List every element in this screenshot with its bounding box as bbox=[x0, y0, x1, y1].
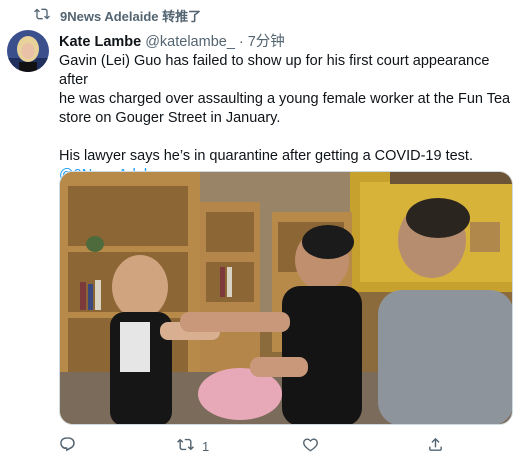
tweet-time[interactable]: 7分钟 bbox=[248, 30, 285, 51]
reply-button[interactable] bbox=[59, 436, 76, 456]
tweet-actions: 1 bbox=[59, 436, 499, 456]
tweet-header: Kate Lambe @katelambe_ · 7分钟 bbox=[59, 30, 285, 51]
tweet-text-line: His lawyer says he’s in quarantine after… bbox=[59, 148, 473, 164]
avatar[interactable] bbox=[7, 30, 49, 72]
retweeted-by-text: 9News Adelaide 转推了 bbox=[60, 9, 202, 24]
share-button[interactable] bbox=[427, 436, 444, 456]
retweet-count: 1 bbox=[202, 438, 210, 454]
retweeted-by-row[interactable]: 9News Adelaide 转推了 bbox=[34, 6, 201, 25]
separator-dot: · bbox=[238, 34, 244, 50]
author-name[interactable]: Kate Lambe bbox=[59, 34, 141, 50]
share-icon bbox=[427, 436, 444, 456]
retweet-icon bbox=[177, 436, 194, 456]
retweet-icon bbox=[34, 6, 50, 25]
tweet-text-line: store on Gouger Street in January. bbox=[59, 110, 281, 126]
tweet-video[interactable] bbox=[59, 171, 513, 425]
tweet-text: Gavin (Lei) Guo has failed to show up fo… bbox=[59, 52, 514, 185]
reply-icon bbox=[59, 436, 76, 456]
author-handle[interactable]: @katelambe_ bbox=[145, 34, 235, 50]
heart-icon bbox=[302, 436, 319, 456]
tweet-text-line: he was charged over assaulting a young f… bbox=[59, 91, 511, 107]
tweet-text-line: Gavin (Lei) Guo has failed to show up fo… bbox=[59, 53, 490, 88]
like-button[interactable] bbox=[302, 436, 319, 456]
retweet-button[interactable]: 1 bbox=[177, 436, 209, 456]
